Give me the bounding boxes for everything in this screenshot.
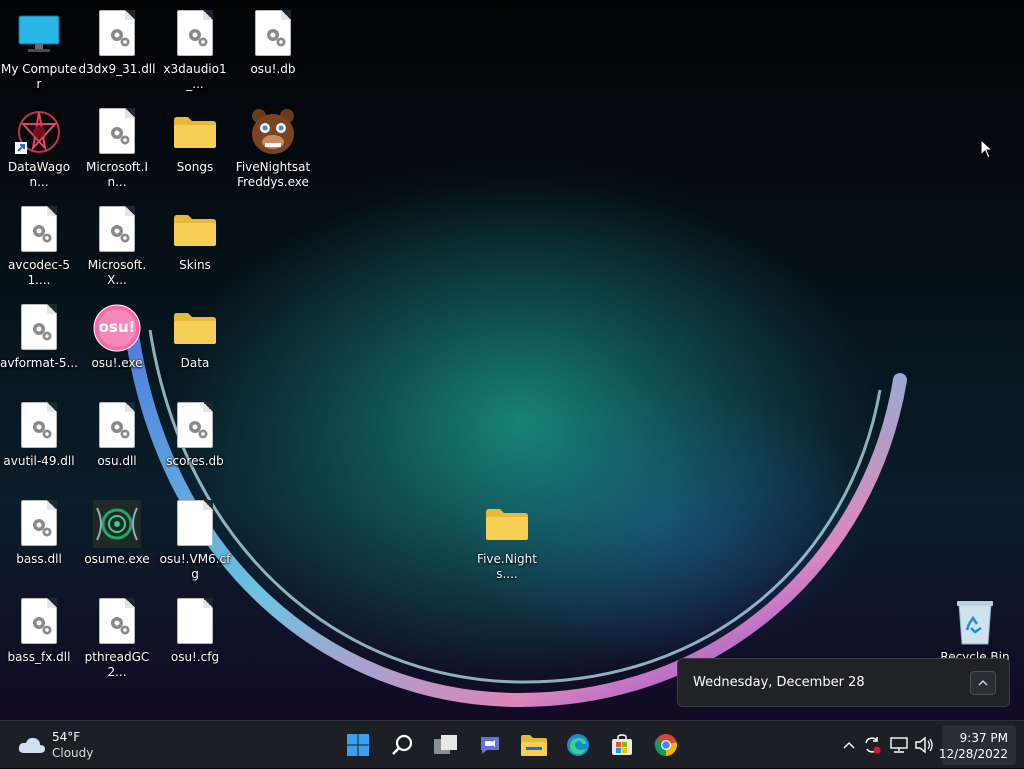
recycle-bin-icon <box>951 598 999 646</box>
desktop-icon-osu-vm6-cfg[interactable]: osu!.VM6.cfg <box>156 496 234 582</box>
cloud-icon <box>18 737 45 753</box>
desktop-icon-scores-db[interactable]: scores.db <box>156 398 234 469</box>
store-button[interactable] <box>606 729 638 761</box>
desktop-icon-data[interactable]: Data <box>156 300 234 371</box>
desktop-icon-osu-exe[interactable]: osu! osu!.exe <box>78 300 156 371</box>
chevron-up-icon <box>978 680 988 686</box>
monitor-icon <box>15 10 63 58</box>
dll-file-icon <box>171 10 219 58</box>
desktop-icon-skins[interactable]: Skins <box>156 202 234 273</box>
chevron-up-icon <box>843 742 855 749</box>
freddy-app-icon <box>249 108 297 156</box>
dll-file-icon <box>93 402 141 450</box>
chrome-icon <box>654 734 677 756</box>
desktop-icon-pthreadgc2[interactable]: pthreadGC2... <box>78 594 156 680</box>
edge-button[interactable] <box>562 729 594 761</box>
blank-file-icon <box>171 598 219 646</box>
dll-file-icon <box>15 402 63 450</box>
weather-condition: Cloudy <box>52 746 94 760</box>
chat-button[interactable] <box>474 729 506 761</box>
desktop-icon-fnaf-exe[interactable]: FiveNightsatFreddys.exe <box>234 104 312 190</box>
search-icon <box>392 734 413 755</box>
desktop-icon-recycle-bin[interactable]: Recycle Bin <box>936 594 1014 665</box>
dll-file-icon <box>15 206 63 254</box>
show-hidden-icons-button[interactable] <box>839 735 859 755</box>
dll-file-icon <box>15 598 63 646</box>
weather-widget[interactable]: 54°F Cloudy <box>8 721 118 769</box>
clock-button[interactable]: 9:37 PM 12/28/2022 <box>938 725 1016 765</box>
desktop-icon-osu-db[interactable]: osu!.db <box>234 6 312 77</box>
start-button[interactable] <box>342 729 374 761</box>
clock-date: 12/28/2022 <box>938 747 1008 761</box>
dll-file-icon <box>93 206 141 254</box>
datawagon-app-icon <box>15 108 63 156</box>
desktop-icon-avutil[interactable]: avutil-49.dll <box>0 398 78 469</box>
osume-app-icon <box>93 500 141 548</box>
desktop-icon-x3daudio[interactable]: x3daudio1_... <box>156 6 234 92</box>
flyout-expand-button[interactable] <box>970 671 996 695</box>
sync-tray-button[interactable] <box>862 735 882 755</box>
chat-icon <box>481 737 499 754</box>
mouse-cursor-icon <box>980 139 994 159</box>
dll-file-icon <box>93 10 141 58</box>
folder-icon <box>171 304 219 352</box>
search-button[interactable] <box>386 729 418 761</box>
dll-file-icon <box>15 500 63 548</box>
chrome-button[interactable] <box>650 729 682 761</box>
weather-temperature: 54°F <box>52 730 81 744</box>
desktop-icon-bass[interactable]: bass.dll <box>0 496 78 567</box>
desktop-icon-microsoft-x[interactable]: Microsoft.X... <box>78 202 156 288</box>
file-explorer-button[interactable] <box>518 729 550 761</box>
windows-start-icon <box>347 734 369 756</box>
network-tray-button[interactable] <box>889 735 909 755</box>
store-icon <box>612 734 632 755</box>
desktop-icon-d3dx9[interactable]: d3dx9_31.dll <box>78 6 156 77</box>
sync-icon <box>865 737 881 754</box>
desktop-icon-osu-cfg[interactable]: osu!.cfg <box>156 594 234 665</box>
desktop-icon-bass-fx[interactable]: bass_fx.dll <box>0 594 78 665</box>
osu-app-icon: osu! <box>93 304 141 352</box>
desktop-icon-datawagon[interactable]: DataWagon... <box>0 104 78 190</box>
db-file-icon <box>171 402 219 450</box>
osu-badge-text: osu! <box>98 318 136 336</box>
dll-file-icon <box>93 108 141 156</box>
dll-file-icon <box>15 304 63 352</box>
desktop-icon-songs[interactable]: Songs <box>156 104 234 175</box>
volume-tray-button[interactable] <box>914 735 934 755</box>
calendar-flyout: Wednesday, December 28 <box>677 658 1010 707</box>
desktop-icon-five-nights-folder[interactable]: Five.Nights.... <box>468 496 546 582</box>
desktop-icon-avcodec[interactable]: avcodec-51.... <box>0 202 78 288</box>
db-file-icon <box>249 10 297 58</box>
task-view-button[interactable] <box>430 729 462 761</box>
desktop-icon-my-computer[interactable]: My Computer <box>0 6 78 92</box>
desktop-icon-avformat[interactable]: avformat-5... <box>0 300 78 371</box>
folder-icon <box>171 108 219 156</box>
file-explorer-icon <box>521 735 547 756</box>
edge-icon <box>567 734 589 756</box>
blank-file-icon <box>171 500 219 548</box>
taskbar: 54°F Cloudy 9:37 PM 12/28/2022 <box>0 720 1024 768</box>
flyout-date-label: Wednesday, December 28 <box>693 675 865 690</box>
desktop-icon-osume[interactable]: osume.exe <box>78 496 156 567</box>
folder-icon <box>171 206 219 254</box>
clock-time: 9:37 PM <box>959 731 1008 745</box>
desktop-icon-microsoft-in[interactable]: Microsoft.In... <box>78 104 156 190</box>
speaker-icon <box>915 736 933 754</box>
desktop-icon-osu-dll[interactable]: osu.dll <box>78 398 156 469</box>
dll-file-icon <box>93 598 141 646</box>
task-view-icon <box>434 735 457 754</box>
network-icon <box>890 737 908 753</box>
folder-icon <box>483 500 531 548</box>
